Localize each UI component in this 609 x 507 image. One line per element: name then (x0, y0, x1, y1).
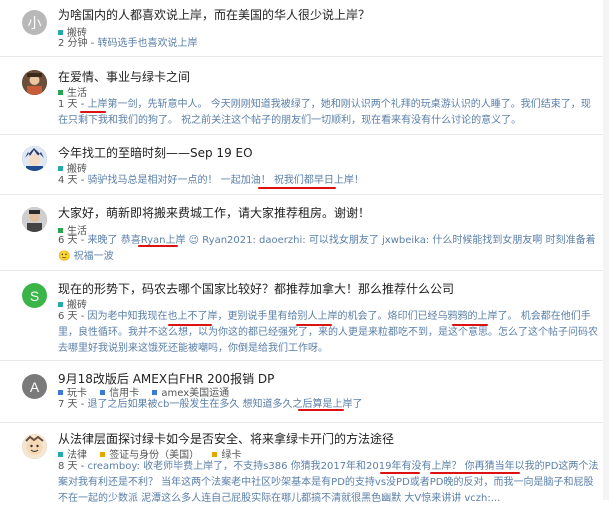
category-color-square (58, 302, 63, 307)
age-separator: - (77, 99, 88, 110)
topic-excerpt[interactable]: 6 天 - 因为老中知我现在也上不了岸，更别说手里有给别人上岸的机会了。烙印们已… (58, 309, 599, 357)
age-separator: - (77, 235, 88, 246)
age-separator: - (87, 38, 98, 49)
avatar-letter: 小 (27, 14, 42, 31)
red-underline-mark (298, 409, 344, 411)
red-underline-mark (168, 324, 212, 326)
age-separator: - (77, 311, 88, 322)
excerpt-text: 骑驴找马总是相对好一点的！ 一起加油！ 祝我们都早日上岸！ (87, 175, 364, 186)
topic-excerpt[interactable]: 2 分钟 - 转码选手也喜欢说上岸 (58, 36, 599, 52)
excerpt-text: 来晚了 恭喜Ryan上岸 😉 Ryan2021: daoerzhi: 可以找女朋… (58, 235, 596, 262)
category-color-square (100, 390, 106, 395)
topic-age: 1 天 (58, 99, 78, 110)
topic-row[interactable]: 大家好，萌新即将搬来费城工作，请大家推荐租房。谢谢！ 生活 6 天 - 来晚了 … (0, 198, 609, 271)
topic-age: 7 天 (58, 399, 78, 410)
topic-age: 4 天 (58, 175, 78, 186)
topic-age: 2 分钟 (58, 38, 88, 49)
red-underline-mark (380, 472, 420, 474)
topic-title[interactable]: 大家好，萌新即将搬来费城工作，请大家推荐租房。谢谢！ (58, 204, 370, 221)
cartoon-avatar-icon (22, 434, 47, 459)
topic-age: 6 天 (58, 311, 78, 322)
category-color-square (58, 30, 63, 35)
red-underline-mark (138, 245, 178, 247)
topic-age: 6 天 (58, 235, 78, 246)
category-color-square (58, 166, 63, 171)
avatar-letter: S (29, 287, 40, 304)
category-color-square (212, 452, 218, 457)
topic-title[interactable]: 为啥国内的人都喜欢说上岸，而在美国的华人很少说上岸？ (58, 6, 370, 23)
avatar-letter: A (29, 378, 40, 395)
red-underline-mark (258, 187, 336, 189)
red-underline-mark (296, 324, 332, 326)
red-underline-mark (80, 111, 106, 113)
topic-title[interactable]: 在爱情、事业与绿卡之间 (58, 68, 190, 85)
topic-row[interactable]: 在爱情、事业与绿卡之间 生活 1 天 - 上岸第一剑，先斩意中人。 今天刚刚知道… (0, 60, 609, 135)
topic-row[interactable]: 今年找工的至暗时刻——Sep 19 EO 搬砖 4 天 - 骑驴找马总是相对好一… (0, 136, 609, 195)
topic-row[interactable]: A 9月18改版后 AMEX白FHR 200报销 DP 玩卡 信用卡 amex美… (0, 364, 609, 423)
topic-feed: 小 为啥国内的人都喜欢说上岸，而在美国的华人很少说上岸？ 搬砖 2 分钟 - 转… (0, 0, 609, 504)
category-color-square (58, 390, 63, 395)
topic-title[interactable]: 今年找工的至暗时刻——Sep 19 EO (58, 144, 253, 161)
topic-row[interactable]: 小 为啥国内的人都喜欢说上岸，而在美国的华人很少说上岸？ 搬砖 2 分钟 - 转… (0, 0, 609, 57)
photo-avatar-icon (22, 207, 47, 232)
excerpt-text: creamboy: 收老师毕费上岸了，不支持s386 你猜我2017年和2019… (58, 461, 599, 504)
age-separator: - (77, 175, 88, 186)
category-color-square (58, 90, 63, 95)
category-color-square (152, 390, 158, 395)
photo-avatar-icon (22, 70, 47, 95)
excerpt-text: 转码选手也喜欢说上岸 (97, 38, 198, 49)
user-avatar[interactable] (22, 434, 47, 459)
topic-excerpt[interactable]: 1 天 - 上岸第一剑，先斩意中人。 今天刚刚知道我被绿了，她和刚认识两个礼拜的… (58, 97, 599, 129)
scrollbar-track[interactable] (603, 0, 609, 500)
user-avatar[interactable]: 小 (22, 10, 47, 35)
excerpt-text: 上岸第一剑，先斩意中人。 今天刚刚知道我被绿了，她和刚认识两个礼拜的玩桌游认识的… (58, 99, 591, 126)
age-separator: - (77, 461, 88, 472)
user-avatar[interactable] (22, 146, 47, 171)
topic-row[interactable]: S 现在的形势下，码农去哪个国家比较好？都推荐加拿大！那么推荐什么公司 搬砖 6… (0, 274, 609, 361)
red-underline-mark (452, 324, 488, 326)
topic-row[interactable]: 从法律层面探讨绿卡如今是否安全、将来拿绿卡开门的方法途径 法律 签证与身份（美国… (0, 424, 609, 504)
topic-excerpt[interactable]: 6 天 - 来晚了 恭喜Ryan上岸 😉 Ryan2021: daoerzhi:… (58, 233, 599, 265)
category-color-square (58, 452, 63, 457)
user-avatar[interactable] (22, 207, 47, 232)
topic-age: 8 天 (58, 461, 78, 472)
user-avatar[interactable]: S (22, 283, 47, 308)
red-underline-mark (430, 472, 520, 474)
anime-avatar-icon (22, 146, 47, 171)
excerpt-text: 因为老中知我现在也上不了岸，更别说手里有给别人上岸的机会了。烙印们已经乌鸦鸦的上… (58, 311, 598, 354)
user-avatar[interactable]: A (22, 374, 47, 399)
topic-title[interactable]: 从法律层面探讨绿卡如今是否安全、将来拿绿卡开门的方法途径 (58, 430, 394, 447)
age-separator: - (77, 399, 88, 410)
user-avatar[interactable] (22, 70, 47, 95)
category-color-square (100, 452, 106, 457)
topic-title[interactable]: 现在的形势下，码农去哪个国家比较好？都推荐加拿大！那么推荐什么公司 (58, 280, 454, 297)
